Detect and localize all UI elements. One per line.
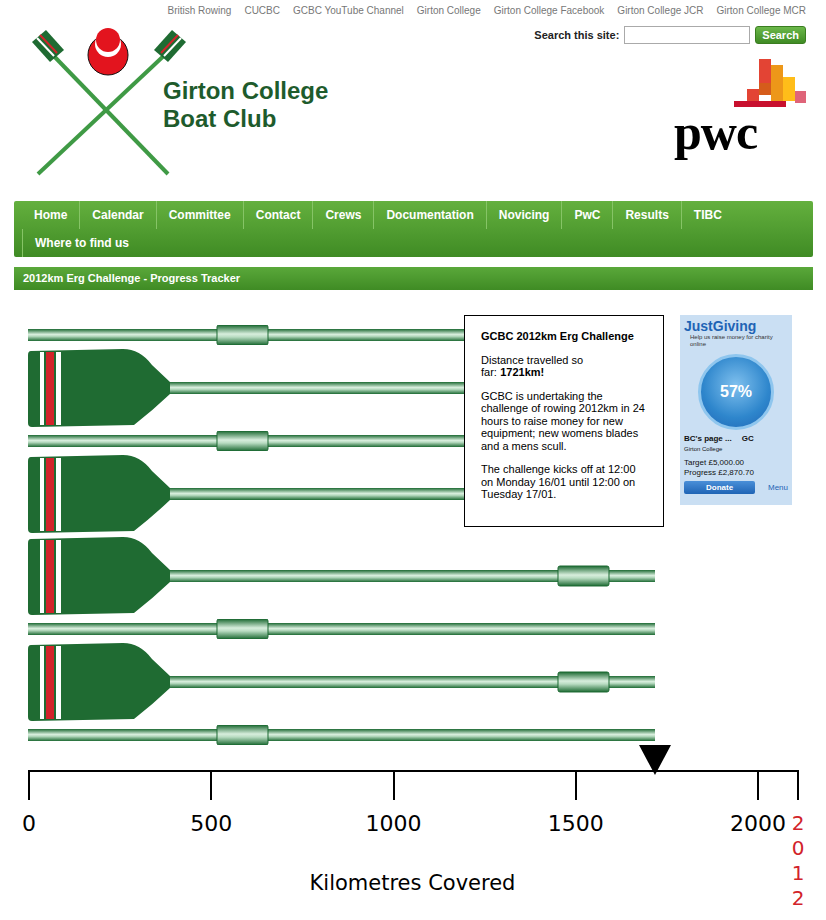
top-link[interactable]: Girton College JCR — [617, 5, 703, 19]
distance-value: 1721km! — [500, 366, 544, 378]
oar-bar — [28, 643, 655, 721]
tick-label: 1500 — [548, 811, 604, 837]
progress-marker — [639, 745, 671, 775]
header-right: Search this site: Search pwc — [534, 19, 806, 201]
nav-item[interactable]: Contact — [243, 201, 313, 229]
club-logo[interactable]: Girton CollegeBoat Club — [28, 19, 328, 201]
page-suffix: GC — [742, 434, 754, 444]
top-link[interactable]: Girton College Facebook — [494, 5, 605, 19]
pwc-logo[interactable]: pwc — [674, 59, 806, 155]
axis-title: Kilometres Covered — [28, 871, 797, 895]
search-button[interactable]: Search — [755, 26, 806, 44]
nav-item[interactable]: Novicing — [486, 201, 562, 229]
top-links: British Rowing CUCBC GCBC YouTube Channel G… — [0, 0, 826, 19]
oar-row — [28, 725, 797, 745]
page-name: BC's page ... GC — [684, 434, 788, 444]
crossed-oars-icon — [28, 28, 163, 176]
percent-badge: 57% — [698, 354, 774, 430]
axis-tick — [210, 770, 212, 800]
title-line: Girton College — [163, 77, 328, 105]
nav-item[interactable]: Calendar — [79, 201, 155, 229]
main-nav: HomeCalendarCommitteeContactCrewsDocumen… — [14, 201, 813, 257]
nav-item[interactable]: PwC — [561, 201, 612, 229]
header: Girton CollegeBoat Club Search this site:… — [0, 19, 826, 201]
pwc-text: pwc — [674, 109, 757, 155]
tick-label: 0 — [22, 811, 36, 837]
search-label: Search this site: — [534, 29, 619, 41]
axis-tick — [757, 770, 759, 800]
end-label: 2012 — [788, 811, 808, 911]
axis-tick — [797, 770, 799, 800]
top-link[interactable]: Girton College — [417, 5, 481, 19]
menu-link[interactable]: Menu — [768, 483, 788, 492]
nav-item[interactable]: TIBC — [681, 201, 734, 229]
top-link[interactable]: CUCBC — [244, 5, 280, 19]
axis-tick — [28, 770, 30, 800]
oar-bar — [28, 619, 655, 639]
info-title: GCBC 2012km Erg Challenge — [481, 330, 647, 343]
progress-chart: 0 500 1000 1500 20002012Kilometres Covered GC… — [0, 300, 826, 920]
nav-item[interactable]: Committee — [156, 201, 243, 229]
page-name-text: BC's page ... — [684, 434, 732, 444]
x-axis: 05001000150020002012Kilometres Covered — [28, 745, 797, 915]
oar-row — [28, 619, 797, 639]
nav-item[interactable]: Results — [612, 201, 680, 229]
tick-label: 2000 — [730, 811, 786, 837]
oar-bar — [28, 725, 655, 745]
axis-line — [28, 770, 799, 772]
nav-item[interactable]: Home — [22, 201, 79, 229]
info-paragraph: GCBC is undertaking the challenge of row… — [481, 390, 647, 453]
club-title[interactable]: Girton CollegeBoat Club — [163, 77, 328, 133]
axis-tick — [575, 770, 577, 800]
title-line: Boat Club — [163, 105, 328, 133]
oar-row — [28, 643, 797, 721]
page: {"top_links": ["British Rowing", "CUCBC"… — [0, 0, 826, 920]
nav-item[interactable]: Crews — [312, 201, 373, 229]
oar-row — [28, 537, 797, 615]
search-input[interactable] — [624, 26, 750, 44]
distance-line: Distance travelled so far:1721km! — [481, 354, 647, 379]
org-name: Girton College — [684, 444, 788, 454]
nav-item[interactable]: Documentation — [373, 201, 485, 229]
nav-item[interactable]: Where to find us — [22, 229, 141, 257]
top-link[interactable]: Girton College MCR — [717, 5, 806, 19]
top-link[interactable]: GCBC YouTube Channel — [293, 5, 404, 19]
info-paragraph: The challenge kicks off at 12:00 on Mond… — [481, 463, 647, 501]
progress: Progress £2,870.70 — [684, 468, 788, 478]
justgiving-tagline: Help us raise money for charity online — [690, 334, 788, 348]
target: Target £5,000.00 — [684, 458, 788, 468]
oar-bars — [0, 300, 797, 745]
axis-tick — [393, 770, 395, 800]
justgiving-widget[interactable]: JustGivingHelp us raise money for charit… — [680, 315, 792, 505]
search-bar: Search this site: Search — [534, 26, 806, 44]
pwc-squares-icon — [674, 59, 806, 111]
section-title: 2012km Erg Challenge - Progress Tracker — [14, 267, 813, 290]
top-link[interactable]: British Rowing — [168, 5, 232, 19]
tick-label: 1000 — [366, 811, 422, 837]
tick-label: 500 — [190, 811, 232, 837]
donate-button[interactable]: Donate — [684, 481, 755, 494]
donate-row: Donate Menu — [684, 481, 788, 494]
info-box: GCBC 2012km Erg Challenge Distance travel… — [464, 315, 664, 527]
justgiving-logo: JustGiving — [684, 318, 788, 334]
oar-bar — [28, 537, 655, 615]
